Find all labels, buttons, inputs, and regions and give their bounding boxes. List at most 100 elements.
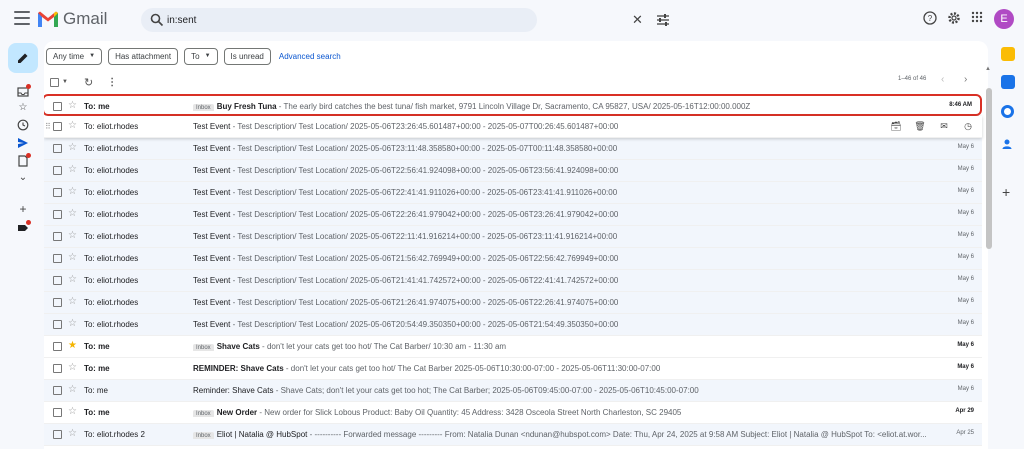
label-dot: [26, 220, 31, 225]
email-row[interactable]: ☆ To: eliot.rhodes Test Event - Test Descr…: [44, 248, 982, 270]
clear-search-icon[interactable]: ✕: [632, 13, 643, 27]
row-checkbox[interactable]: [53, 276, 62, 285]
star-icon[interactable]: ☆: [68, 253, 77, 263]
star-icon[interactable]: ☆: [68, 121, 77, 131]
star-icon[interactable]: ☆: [68, 165, 77, 175]
row-checkbox[interactable]: [53, 232, 62, 241]
scroll-up-icon[interactable]: ▲: [985, 66, 991, 72]
row-checkbox[interactable]: [53, 166, 62, 175]
scrollbar-thumb[interactable]: [986, 88, 992, 249]
row-checkbox[interactable]: [53, 386, 62, 395]
email-row[interactable]: ☆ To: me Inbox New Order - New order for Sl…: [44, 402, 982, 424]
email-row[interactable]: ☆ To: eliot.rhodes 2 Inbox Eliot | Natalia …: [44, 424, 982, 446]
calendar-icon[interactable]: [1001, 75, 1015, 89]
select-dropdown-icon[interactable]: ▼: [62, 79, 68, 85]
email-row[interactable]: ☆ To: eliot.rhodes Test Event - Test Descr…: [44, 138, 982, 160]
star-icon[interactable]: ☆: [68, 319, 77, 329]
star-icon[interactable]: ☆: [68, 275, 77, 285]
email-row[interactable]: ☆ To: eliot.rhodes Test Event - Test Descr…: [44, 270, 982, 292]
account-avatar[interactable]: E: [994, 9, 1014, 29]
email-row[interactable]: ☆ To: eliot.rhodes Test Event - Test Descr…: [44, 226, 982, 248]
help-icon[interactable]: ?: [923, 11, 937, 25]
star-icon[interactable]: ☆: [68, 363, 77, 373]
filter-chip-to[interactable]: To ▼: [184, 47, 218, 65]
search-options-icon[interactable]: [656, 14, 670, 26]
row-checkbox[interactable]: [53, 430, 62, 439]
more-options-icon[interactable]: ⋮: [107, 77, 117, 88]
row-checkbox[interactable]: [53, 102, 62, 111]
email-row[interactable]: ☆ To: me Inbox Buy Fresh Tuna - The early b…: [44, 94, 982, 116]
star-icon[interactable]: ☆: [68, 187, 77, 197]
row-checkbox[interactable]: [53, 342, 62, 351]
email-row[interactable]: ★ To: me Inbox Shave Cats - don't let your …: [44, 336, 982, 358]
refresh-icon[interactable]: ↻: [84, 76, 93, 89]
star-icon[interactable]: ☆: [68, 297, 77, 307]
email-row[interactable]: ☆ To: eliot.rhodes Test Event - Test Descr…: [44, 204, 982, 226]
mark-read-envelope-icon[interactable]: ✉: [938, 120, 950, 132]
email-row[interactable]: ⠿ ☆ To: eliot.rhodes Test Event - Test Desc…: [44, 116, 982, 138]
gmail-logo[interactable]: Gmail: [38, 9, 107, 29]
mail-list-panel: Any time ▼ Has attachment To ▼ Is unread A…: [44, 41, 988, 449]
email-row[interactable]: ☆ To: me Reminder: Shave Cats - Shave Cats…: [44, 380, 982, 402]
snooze-clock-icon[interactable]: ◷: [962, 120, 974, 132]
expand-more-icon[interactable]: ⌄: [17, 172, 29, 184]
star-icon[interactable]: ☆: [68, 385, 77, 395]
star-icon[interactable]: ☆: [68, 231, 77, 241]
email-row[interactable]: ☆ To: eliot.rhodes Test Event - Test Descr…: [44, 160, 982, 182]
filter-chip-any-time[interactable]: Any time ▼: [46, 47, 103, 65]
row-checkbox[interactable]: [53, 320, 62, 329]
filter-chip-has-attachment[interactable]: Has attachment: [108, 47, 179, 65]
main-menu-icon[interactable]: [14, 11, 30, 25]
row-checkbox[interactable]: [53, 408, 62, 417]
row-checkbox[interactable]: [53, 144, 62, 153]
inbox-label-badge[interactable]: Inbox: [193, 344, 214, 351]
star-icon[interactable]: ☆: [68, 143, 77, 153]
contacts-icon[interactable]: [1001, 137, 1013, 149]
settings-gear-icon[interactable]: [947, 11, 961, 25]
inbox-label-badge[interactable]: Inbox: [193, 432, 214, 439]
email-row[interactable]: ☆ To: eliot.rhodes Test Event - Test Descr…: [44, 292, 982, 314]
search-icon[interactable]: [150, 13, 164, 27]
star-icon[interactable]: ☆: [68, 407, 77, 417]
select-all-checkbox[interactable]: [50, 77, 59, 87]
delete-trash-icon[interactable]: 🗑: [914, 120, 926, 132]
star-filled-icon[interactable]: ★: [68, 341, 77, 351]
create-label-plus-icon[interactable]: +: [17, 203, 29, 215]
search-bar[interactable]: ✕: [141, 8, 669, 32]
archive-icon[interactable]: 🗃: [890, 120, 902, 132]
row-checkbox[interactable]: [53, 254, 62, 263]
snoozed-clock-icon[interactable]: [17, 119, 29, 131]
get-addons-plus-icon[interactable]: +: [1002, 185, 1010, 199]
keep-icon[interactable]: [1001, 47, 1015, 61]
email-content: REMINDER: Shave Cats - don't let your ca…: [193, 364, 933, 373]
email-row[interactable]: ☆ To: eliot.rhodes Test Event - Test Descr…: [44, 314, 982, 336]
drag-handle-icon[interactable]: ⠿: [45, 122, 51, 131]
advanced-search-link[interactable]: Advanced search: [279, 52, 341, 61]
star-icon[interactable]: ☆: [68, 209, 77, 219]
row-checkbox[interactable]: [53, 210, 62, 219]
row-checkbox[interactable]: [53, 298, 62, 307]
row-checkbox[interactable]: [53, 122, 62, 131]
email-subject: Test Event: [193, 254, 231, 263]
row-checkbox[interactable]: [53, 188, 62, 197]
email-snippet: - Test Description/ Test Location/ 2025-…: [230, 188, 618, 197]
apps-grid-icon[interactable]: [971, 11, 983, 23]
older-page-icon[interactable]: ›: [964, 74, 967, 85]
inbox-label-badge[interactable]: Inbox: [193, 104, 214, 111]
star-icon[interactable]: ☆: [68, 101, 77, 111]
tasks-icon[interactable]: [1001, 105, 1014, 118]
newer-page-icon[interactable]: ‹: [941, 74, 944, 85]
compose-button[interactable]: [8, 43, 38, 73]
email-snippet: - New order for Slick Lobous Product: Ba…: [257, 408, 682, 417]
search-input[interactable]: [167, 11, 467, 29]
filter-chip-is-unread[interactable]: Is unread: [223, 47, 271, 65]
email-recipient: To: me: [84, 386, 109, 395]
starred-icon[interactable]: ☆: [17, 102, 29, 114]
email-snippet: - ---------- Forwarded message ---------…: [307, 430, 927, 439]
sent-icon[interactable]: [17, 137, 29, 149]
email-row[interactable]: ☆ To: eliot.rhodes Test Event - Test Descr…: [44, 182, 982, 204]
inbox-label-badge[interactable]: Inbox: [193, 410, 214, 417]
row-checkbox[interactable]: [53, 364, 62, 373]
star-icon[interactable]: ☆: [68, 429, 77, 439]
email-row[interactable]: ☆ To: me REMINDER: Shave Cats - don't let …: [44, 358, 982, 380]
